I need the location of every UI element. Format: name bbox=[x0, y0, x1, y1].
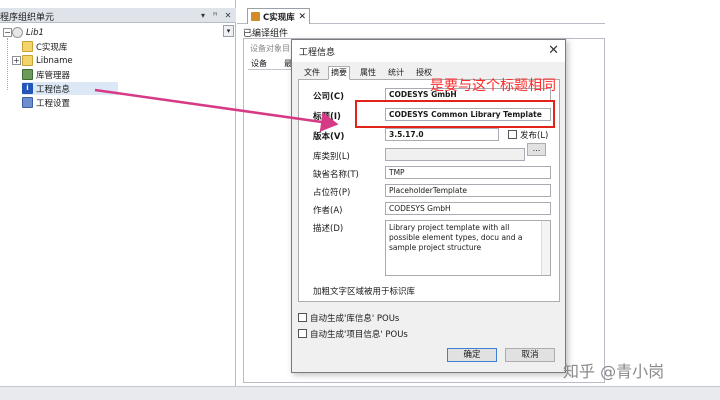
annotation-highlight-box bbox=[355, 100, 555, 128]
annotation-text: 是要与这个标题相同 bbox=[430, 78, 556, 94]
watermark: 知乎 @青小岗 bbox=[563, 362, 665, 381]
annotation-arrow bbox=[94, 88, 339, 132]
